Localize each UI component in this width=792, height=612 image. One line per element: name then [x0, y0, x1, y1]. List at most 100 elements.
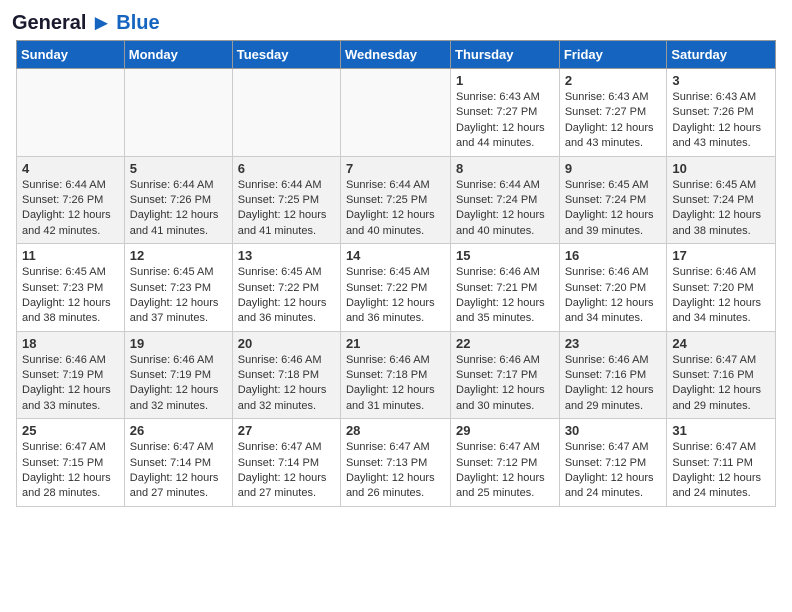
day-info: Sunrise: 6:45 AM Sunset: 7:24 PM Dayligh…	[565, 178, 662, 240]
day-number: 17	[672, 248, 770, 263]
day-info: Sunrise: 6:47 AM Sunset: 7:14 PM Dayligh…	[238, 440, 335, 502]
day-info: Sunrise: 6:46 AM Sunset: 7:17 PM Dayligh…	[456, 353, 554, 415]
day-number: 6	[238, 161, 335, 176]
calendar-cell: 3 Sunrise: 6:43 AM Sunset: 7:26 PM Daylig…	[667, 69, 776, 157]
calendar-cell	[340, 69, 450, 157]
day-number: 11	[22, 248, 119, 263]
day-number: 27	[238, 423, 335, 438]
page-container: General ► Blue SundayMondayTuesdayWednes…	[0, 0, 792, 515]
day-number: 21	[346, 336, 445, 351]
calendar-header-tuesday: Tuesday	[232, 41, 340, 69]
day-info: Sunrise: 6:46 AM Sunset: 7:18 PM Dayligh…	[346, 353, 445, 415]
calendar-cell: 10Sunrise: 6:45 AM Sunset: 7:24 PM Dayli…	[667, 156, 776, 244]
calendar-cell: 28Sunrise: 6:47 AM Sunset: 7:13 PM Dayli…	[340, 419, 450, 507]
calendar-cell: 30Sunrise: 6:47 AM Sunset: 7:12 PM Dayli…	[559, 419, 667, 507]
day-number: 14	[346, 248, 445, 263]
day-number: 28	[346, 423, 445, 438]
calendar-header-thursday: Thursday	[451, 41, 560, 69]
day-number: 9	[565, 161, 662, 176]
calendar-cell: 29 Sunrise: 6:47 AM Sunset: 7:12 PM Dayli…	[451, 419, 560, 507]
day-number: 16	[565, 248, 662, 263]
day-number: 20	[238, 336, 335, 351]
day-number: 25	[22, 423, 119, 438]
day-info: Sunrise: 6:43 AM Sunset: 7:27 PM Dayligh…	[456, 90, 554, 152]
day-info: Sunrise: 6:46 AM Sunset: 7:19 PM Dayligh…	[22, 353, 119, 415]
header: General ► Blue	[0, 0, 792, 40]
calendar-cell: 22 Sunrise: 6:46 AM Sunset: 7:17 PM Dayli…	[451, 331, 560, 419]
day-number: 3	[672, 73, 770, 88]
day-info: Sunrise: 6:47 AM Sunset: 7:11 PM Dayligh…	[672, 440, 770, 502]
logo-bird-icon: ►	[90, 10, 112, 36]
calendar-cell: 12 Sunrise: 6:45 AM Sunset: 7:23 PM Dayli…	[124, 244, 232, 332]
day-info: Sunrise: 6:46 AM Sunset: 7:20 PM Dayligh…	[565, 265, 662, 327]
calendar-cell: 20 Sunrise: 6:46 AM Sunset: 7:18 PM Dayli…	[232, 331, 340, 419]
day-info: Sunrise: 6:46 AM Sunset: 7:19 PM Dayligh…	[130, 353, 227, 415]
day-info: Sunrise: 6:46 AM Sunset: 7:21 PM Dayligh…	[456, 265, 554, 327]
calendar-week-1: 1Sunrise: 6:43 AM Sunset: 7:27 PM Daylig…	[17, 69, 776, 157]
calendar-cell: 2 Sunrise: 6:43 AM Sunset: 7:27 PM Daylig…	[559, 69, 667, 157]
day-number: 22	[456, 336, 554, 351]
calendar-header-monday: Monday	[124, 41, 232, 69]
day-number: 31	[672, 423, 770, 438]
calendar-week-5: 25 Sunrise: 6:47 AM Sunset: 7:15 PM Dayli…	[17, 419, 776, 507]
calendar-cell: 21 Sunrise: 6:46 AM Sunset: 7:18 PM Dayli…	[340, 331, 450, 419]
day-info: Sunrise: 6:46 AM Sunset: 7:16 PM Dayligh…	[565, 353, 662, 415]
day-number: 23	[565, 336, 662, 351]
calendar-cell	[124, 69, 232, 157]
calendar-cell: 17 Sunrise: 6:46 AM Sunset: 7:20 PM Dayli…	[667, 244, 776, 332]
day-number: 26	[130, 423, 227, 438]
day-number: 4	[22, 161, 119, 176]
calendar-wrapper: SundayMondayTuesdayWednesdayThursdayFrid…	[0, 40, 792, 515]
calendar-cell	[17, 69, 125, 157]
day-number: 18	[22, 336, 119, 351]
day-info: Sunrise: 6:43 AM Sunset: 7:27 PM Dayligh…	[565, 90, 662, 152]
day-info: Sunrise: 6:45 AM Sunset: 7:23 PM Dayligh…	[130, 265, 227, 327]
day-info: Sunrise: 6:45 AM Sunset: 7:23 PM Dayligh…	[22, 265, 119, 327]
day-number: 8	[456, 161, 554, 176]
calendar-cell: 4 Sunrise: 6:44 AM Sunset: 7:26 PM Daylig…	[17, 156, 125, 244]
logo-blue: Blue	[116, 12, 159, 35]
day-info: Sunrise: 6:44 AM Sunset: 7:24 PM Dayligh…	[456, 178, 554, 240]
calendar-cell: 14 Sunrise: 6:45 AM Sunset: 7:22 PM Dayli…	[340, 244, 450, 332]
day-number: 10	[672, 161, 770, 176]
day-info: Sunrise: 6:44 AM Sunset: 7:26 PM Dayligh…	[130, 178, 227, 240]
calendar-cell: 19 Sunrise: 6:46 AM Sunset: 7:19 PM Dayli…	[124, 331, 232, 419]
day-info: Sunrise: 6:43 AM Sunset: 7:26 PM Dayligh…	[672, 90, 770, 152]
calendar-cell: 23 Sunrise: 6:46 AM Sunset: 7:16 PM Dayli…	[559, 331, 667, 419]
calendar-cell: 25 Sunrise: 6:47 AM Sunset: 7:15 PM Dayli…	[17, 419, 125, 507]
calendar-header-sunday: Sunday	[17, 41, 125, 69]
day-info: Sunrise: 6:44 AM Sunset: 7:25 PM Dayligh…	[346, 178, 445, 240]
calendar-cell: 15 Sunrise: 6:46 AM Sunset: 7:21 PM Dayli…	[451, 244, 560, 332]
day-info: Sunrise: 6:47 AM Sunset: 7:12 PM Dayligh…	[565, 440, 662, 502]
calendar-cell: 11 Sunrise: 6:45 AM Sunset: 7:23 PM Dayli…	[17, 244, 125, 332]
day-number: 12	[130, 248, 227, 263]
day-number: 24	[672, 336, 770, 351]
day-info: Sunrise: 6:46 AM Sunset: 7:18 PM Dayligh…	[238, 353, 335, 415]
calendar-header-friday: Friday	[559, 41, 667, 69]
day-info: Sunrise: 6:45 AM Sunset: 7:22 PM Dayligh…	[346, 265, 445, 327]
calendar-cell: 8 Sunrise: 6:44 AM Sunset: 7:24 PM Daylig…	[451, 156, 560, 244]
day-info: Sunrise: 6:47 AM Sunset: 7:15 PM Dayligh…	[22, 440, 119, 502]
day-number: 15	[456, 248, 554, 263]
calendar-cell: 13Sunrise: 6:45 AM Sunset: 7:22 PM Dayli…	[232, 244, 340, 332]
day-info: Sunrise: 6:45 AM Sunset: 7:22 PM Dayligh…	[238, 265, 335, 327]
day-info: Sunrise: 6:47 AM Sunset: 7:16 PM Dayligh…	[672, 353, 770, 415]
day-info: Sunrise: 6:47 AM Sunset: 7:12 PM Dayligh…	[456, 440, 554, 502]
calendar-week-3: 11 Sunrise: 6:45 AM Sunset: 7:23 PM Dayli…	[17, 244, 776, 332]
calendar-cell: 24 Sunrise: 6:47 AM Sunset: 7:16 PM Dayli…	[667, 331, 776, 419]
logo-general: General	[12, 12, 86, 35]
calendar-table: SundayMondayTuesdayWednesdayThursdayFrid…	[16, 40, 776, 507]
day-number: 5	[130, 161, 227, 176]
calendar-header-row: SundayMondayTuesdayWednesdayThursdayFrid…	[17, 41, 776, 69]
logo: General ► Blue	[12, 10, 160, 36]
day-info: Sunrise: 6:46 AM Sunset: 7:20 PM Dayligh…	[672, 265, 770, 327]
day-number: 2	[565, 73, 662, 88]
day-info: Sunrise: 6:44 AM Sunset: 7:26 PM Dayligh…	[22, 178, 119, 240]
calendar-cell: 27 Sunrise: 6:47 AM Sunset: 7:14 PM Dayli…	[232, 419, 340, 507]
calendar-cell: 1Sunrise: 6:43 AM Sunset: 7:27 PM Daylig…	[451, 69, 560, 157]
day-info: Sunrise: 6:47 AM Sunset: 7:14 PM Dayligh…	[130, 440, 227, 502]
calendar-cell: 7Sunrise: 6:44 AM Sunset: 7:25 PM Daylig…	[340, 156, 450, 244]
day-number: 19	[130, 336, 227, 351]
calendar-header-wednesday: Wednesday	[340, 41, 450, 69]
day-number: 29	[456, 423, 554, 438]
